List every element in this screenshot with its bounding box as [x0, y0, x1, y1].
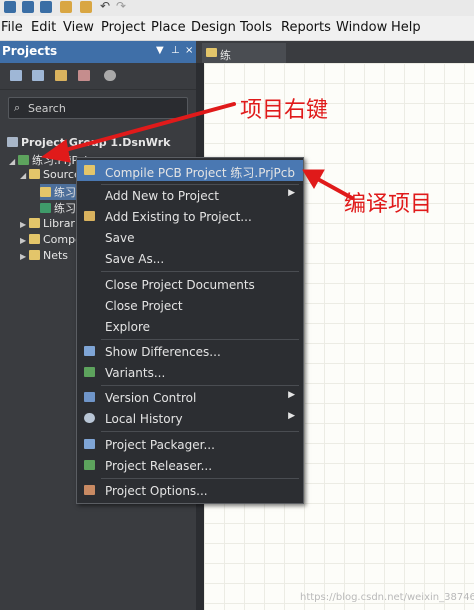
watermark: https://blog.csdn.net/weixin_38746834 [300, 592, 474, 603]
annotation-right-click: 项目右键 [240, 98, 329, 123]
annotation-arrows [40, 102, 354, 200]
arrow-right-click [56, 102, 236, 154]
annotation-compile: 编译项目 [344, 192, 433, 217]
arrowhead-right-click [40, 139, 71, 163]
